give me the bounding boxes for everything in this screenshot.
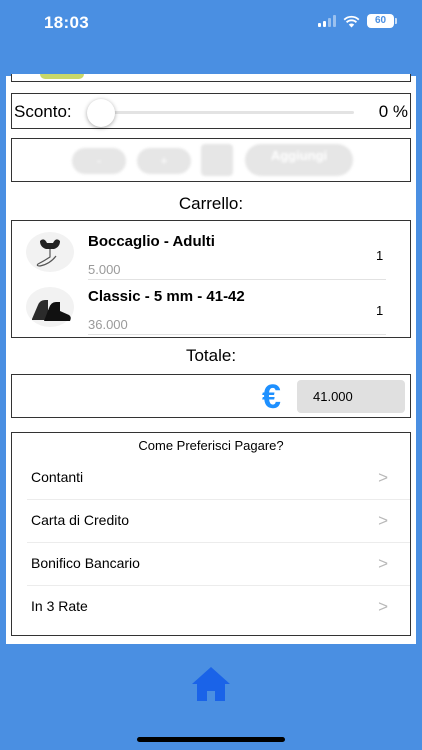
discount-value: 0 % [378,102,408,121]
cart-list: Boccaglio - Adulti 5.000 1 Classic - 5 m… [11,220,411,338]
cart-item-price: 36.000 [88,317,128,332]
payment-option-bank-transfer[interactable]: Bonifico Bancario > [12,543,410,586]
cart-item[interactable]: Boccaglio - Adulti 5.000 1 [12,225,410,280]
status-time: 18:03 [44,13,89,32]
discount-panel: Sconto: 0 % [11,93,411,129]
payment-option-credit-card[interactable]: Carta di Credito > [12,500,410,543]
cart-item-name: Classic - 5 mm - 41-42 [88,288,245,305]
wifi-icon [343,15,360,27]
quantity-field[interactable] [201,144,233,176]
euro-icon: € [262,378,281,416]
home-indicator[interactable] [137,737,285,742]
home-icon [192,667,230,701]
chevron-right-icon: > [378,468,388,487]
decrease-button[interactable]: - [72,148,126,174]
discount-slider-thumb[interactable] [87,99,115,127]
chevron-right-icon: > [378,597,388,616]
discount-label: Sconto: [14,102,72,121]
cart-item-price: 5.000 [88,262,121,277]
status-icons: 60 [318,14,397,28]
cart-title: Carrello: [178,194,244,213]
battery-icon: 60 [367,14,397,28]
payment-option-label: In 3 Rate [31,598,88,614]
cellular-signal-icon [318,15,336,27]
payment-option-installments[interactable]: In 3 Rate > [12,586,410,629]
total-title: Totale: [185,346,237,365]
payment-title: Come Preferisci Pagare? [138,438,284,453]
add-to-cart-button[interactable]: Aggiungi [245,144,353,176]
product-chip [40,74,84,79]
cart-item-quantity: 1 [376,303,384,318]
chevron-right-icon: > [378,554,388,573]
product-row-partial [11,74,411,82]
payment-option-cash[interactable]: Contanti > [12,457,410,500]
snorkel-mouthpiece-image [26,232,74,272]
payment-options: Come Preferisci Pagare? Contanti > Carta… [11,432,411,636]
payment-option-label: Carta di Credito [31,512,130,528]
home-button[interactable] [190,665,232,703]
total-amount-field: 41.000 [297,380,405,413]
cart-item[interactable]: Classic - 5 mm - 41-42 36.000 1 [12,280,410,335]
payment-option-label: Contanti [31,469,84,485]
quantity-controls: - + Aggiungi [11,138,411,182]
cart-item-quantity: 1 [376,248,384,263]
cart-item-name: Boccaglio - Adulti [88,233,215,250]
payment-option-label: Bonifico Bancario [31,555,140,571]
status-bar: 18:03 60 [0,0,422,48]
divider [88,334,386,335]
dive-boots-image [26,287,74,327]
chevron-right-icon: > [378,511,388,530]
main-content: Sconto: 0 % - + Aggiungi Carrello: Bocca… [6,74,416,644]
increase-button[interactable]: + [137,148,191,174]
total-panel: € 41.000 [11,374,411,418]
discount-slider-track[interactable] [98,111,354,114]
